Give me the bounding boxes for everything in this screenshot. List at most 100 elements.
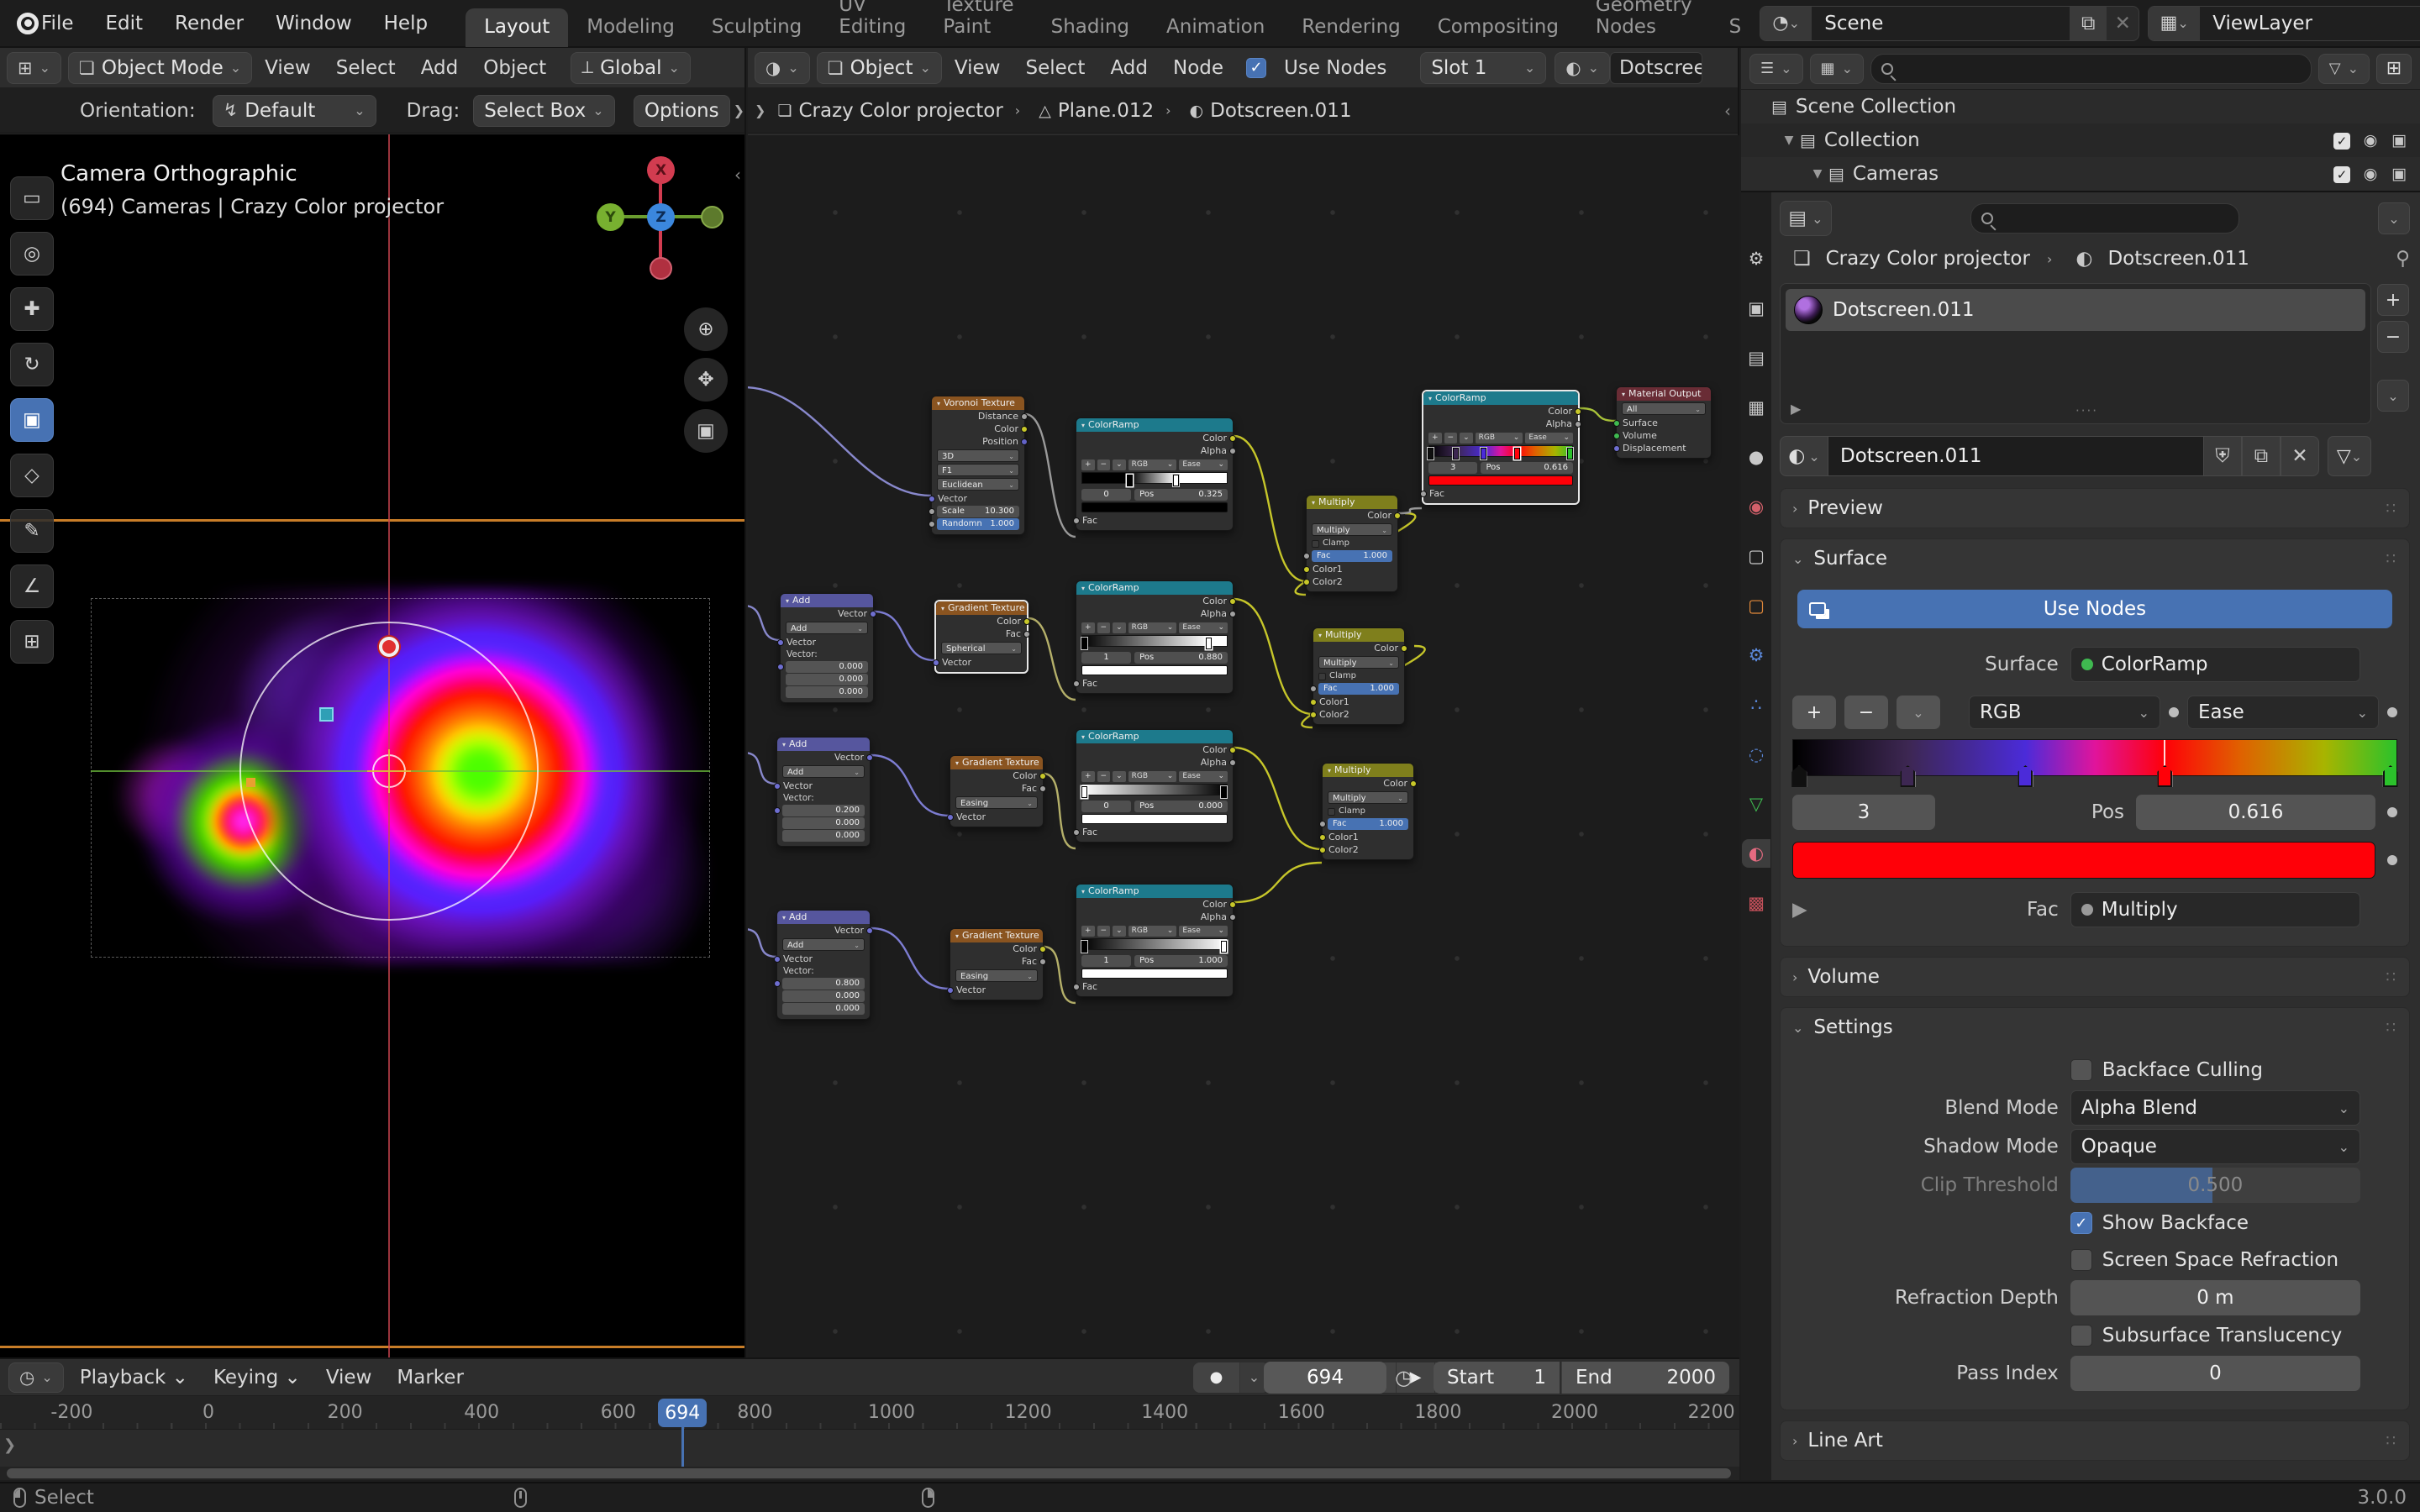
breadcrumb-mesh[interactable]: Plane.012 bbox=[1058, 100, 1154, 122]
node-checkbox-clamp[interactable]: Clamp bbox=[1318, 670, 1399, 682]
ramp-stop-handle[interactable] bbox=[1428, 448, 1434, 459]
properties-tab-material[interactable]: ◐ bbox=[1742, 839, 1770, 868]
ramp-stop-handle[interactable] bbox=[1221, 941, 1227, 953]
keyframe-dot[interactable] bbox=[2387, 855, 2397, 865]
out-socket-color[interactable] bbox=[1229, 598, 1236, 605]
checkbox-unchecked[interactable] bbox=[2070, 1249, 2092, 1271]
node-color-swatch[interactable] bbox=[1081, 502, 1228, 512]
ramp-stop-handle[interactable] bbox=[2383, 765, 2398, 787]
move-tool[interactable]: ✚ bbox=[10, 287, 54, 331]
out-socket-color[interactable] bbox=[1229, 435, 1236, 442]
node-color-swatch[interactable] bbox=[1428, 475, 1573, 486]
pin-icon[interactable]: ⚲ bbox=[2396, 248, 2410, 270]
menu-window[interactable]: Window bbox=[260, 7, 368, 40]
workspace-tab-animation[interactable]: Animation bbox=[1148, 8, 1283, 47]
axis-z-ball[interactable]: Z bbox=[647, 203, 675, 231]
workspace-tab-s[interactable]: S bbox=[1711, 8, 1760, 47]
out-socket-position[interactable] bbox=[1021, 438, 1028, 445]
node-color-ramp[interactable] bbox=[1081, 784, 1228, 795]
fac-expand-icon[interactable]: ▶ bbox=[1792, 899, 1807, 921]
out-socket-distance[interactable] bbox=[1021, 413, 1028, 420]
out-socket-fac[interactable] bbox=[1039, 785, 1046, 792]
in-socket-vector[interactable] bbox=[933, 659, 939, 666]
in-socket-color1[interactable] bbox=[1310, 699, 1317, 706]
pos-value-field[interactable]: 0.616 bbox=[2136, 795, 2375, 830]
ramp-specials-button[interactable]: ⌄ bbox=[1897, 696, 1940, 729]
node-index-pos-row[interactable]: 3Pos0.616 bbox=[1428, 462, 1573, 474]
ramp-stop-handle[interactable] bbox=[1127, 475, 1133, 486]
checkbox-unchecked[interactable] bbox=[2070, 1325, 2092, 1347]
node-header[interactable]: ▾Material Output bbox=[1617, 387, 1711, 401]
pan-hand-icon[interactable]: ✥ bbox=[684, 358, 728, 402]
node-index-pos-row[interactable]: 0Pos0.325 bbox=[1081, 489, 1228, 501]
cursor-tool[interactable]: ◎ bbox=[10, 232, 54, 276]
node-header[interactable]: ▾ColorRamp bbox=[1076, 581, 1233, 595]
node-vector-component[interactable]: 0.000 bbox=[786, 674, 868, 685]
viewport-menu-add[interactable]: Add bbox=[408, 52, 471, 84]
properties-tab-view-layer[interactable]: ▦ bbox=[1742, 393, 1770, 422]
node-ramp-controls[interactable]: +−⌄RGB⌄Ease⌄ bbox=[1081, 622, 1228, 633]
navigation-gizmo[interactable]: X Y Z bbox=[598, 150, 733, 284]
axis-y-ball[interactable]: Y bbox=[597, 203, 624, 231]
ramp-stop-handle[interactable] bbox=[1453, 448, 1459, 459]
shadow-mode-dropdown[interactable]: Opaque⌄ bbox=[2070, 1129, 2360, 1164]
editor-type-button[interactable]: ⊞⌄ bbox=[7, 52, 61, 84]
node-color-swatch[interactable] bbox=[1081, 665, 1228, 675]
out-socket-color[interactable] bbox=[1039, 773, 1046, 780]
auto-keying-record-button[interactable]: ● bbox=[1193, 1362, 1240, 1393]
out-socket-color[interactable] bbox=[1394, 512, 1401, 519]
properties-tab-output[interactable]: ▤ bbox=[1742, 344, 1770, 372]
properties-tab-tool[interactable]: ⚙ bbox=[1742, 244, 1770, 273]
breadcrumb-object[interactable]: Crazy Color projector bbox=[798, 100, 1002, 122]
end-frame-field[interactable]: End2000 bbox=[1561, 1362, 1729, 1394]
selected-object-marker[interactable] bbox=[319, 707, 334, 722]
node-colorramp-2[interactable]: ▾ColorRampColorAlpha+−⌄RGB⌄Ease⌄1Pos0.88… bbox=[1076, 580, 1234, 694]
ramp-stop-handle[interactable] bbox=[2018, 765, 2033, 787]
node-colorramp-1[interactable]: ▾ColorRampColorAlpha+−⌄RGB⌄Ease⌄0Pos0.32… bbox=[1076, 417, 1234, 531]
options-button[interactable]: Options bbox=[634, 95, 730, 127]
workspace-tab-shading[interactable]: Shading bbox=[1033, 8, 1148, 47]
outliner-search-input[interactable] bbox=[1870, 54, 2312, 84]
shader-type-dropdown[interactable]: ❏Object⌄ bbox=[817, 52, 942, 84]
resize-grip[interactable]: ···· bbox=[2075, 403, 2098, 418]
axis-x-neg-ball[interactable] bbox=[650, 257, 672, 280]
annotate-tool[interactable]: ✎ bbox=[10, 509, 54, 553]
out-socket-alpha[interactable] bbox=[1229, 448, 1236, 454]
out-socket-alpha[interactable] bbox=[1229, 759, 1236, 766]
menu-edit[interactable]: Edit bbox=[90, 7, 160, 40]
hide-eye-icon[interactable]: ◉ bbox=[2356, 131, 2385, 150]
viewport-menu-select[interactable]: Select bbox=[324, 52, 408, 84]
in-socket-vector[interactable] bbox=[947, 814, 954, 821]
expand-channels-icon[interactable]: ❯ bbox=[3, 1436, 16, 1454]
scale-tool[interactable]: ▣ bbox=[10, 398, 54, 442]
in-socket-color2[interactable] bbox=[1319, 847, 1326, 853]
timeline-tracks[interactable]: ❯ bbox=[0, 1430, 1739, 1467]
remove-stop-button[interactable]: − bbox=[1844, 696, 1888, 729]
out-socket-color[interactable] bbox=[1021, 426, 1028, 433]
node-index-pos-row[interactable]: 0Pos0.000 bbox=[1081, 801, 1228, 812]
viewport-canvas[interactable]: Camera Orthographic (694) Cameras | Craz… bbox=[0, 134, 744, 1357]
start-frame-field[interactable]: Start1 bbox=[1434, 1362, 1560, 1394]
properties-tab-object[interactable]: ▢ bbox=[1742, 591, 1770, 620]
out-socket-color[interactable] bbox=[1229, 747, 1236, 753]
node-select-multiply[interactable]: Multiply⌄ bbox=[1312, 523, 1392, 536]
workspace-tab-modeling[interactable]: Modeling bbox=[568, 8, 693, 47]
node-header[interactable]: ▾ColorRamp bbox=[1076, 730, 1233, 743]
node-header[interactable]: ▾Gradient Texture bbox=[950, 929, 1043, 942]
scrollbar-thumb[interactable] bbox=[7, 1468, 1731, 1478]
ramp-stop-handle[interactable] bbox=[1514, 448, 1520, 459]
node-field-randomn[interactable]: Randomn1.000 bbox=[937, 518, 1019, 530]
in-socket-fac[interactable] bbox=[1303, 553, 1310, 559]
outliner-row-cameras[interactable]: ▼▤Cameras✓◉▣ bbox=[1741, 157, 2420, 191]
node-select-f1[interactable]: F1⌄ bbox=[937, 464, 1019, 476]
in-socket-vector[interactable] bbox=[774, 783, 781, 790]
ramp-stop-handle[interactable] bbox=[1206, 638, 1212, 649]
remove-slot-button[interactable]: − bbox=[2377, 321, 2409, 353]
node-canvas[interactable]: ▾Voronoi TextureDistanceColorPosition3D⌄… bbox=[748, 135, 1739, 1357]
in-socket-vector[interactable] bbox=[774, 807, 781, 814]
breadcrumb-material[interactable]: Dotscreen.011 bbox=[2107, 248, 2249, 270]
drag-dropdown[interactable]: Select Box⌄ bbox=[473, 95, 614, 127]
surface-panel-header[interactable]: ⌄Surface∷ bbox=[1781, 539, 2409, 578]
node-select-easing[interactable]: Easing⌄ bbox=[955, 969, 1038, 982]
node-field-fac[interactable]: Fac1.000 bbox=[1312, 550, 1392, 562]
